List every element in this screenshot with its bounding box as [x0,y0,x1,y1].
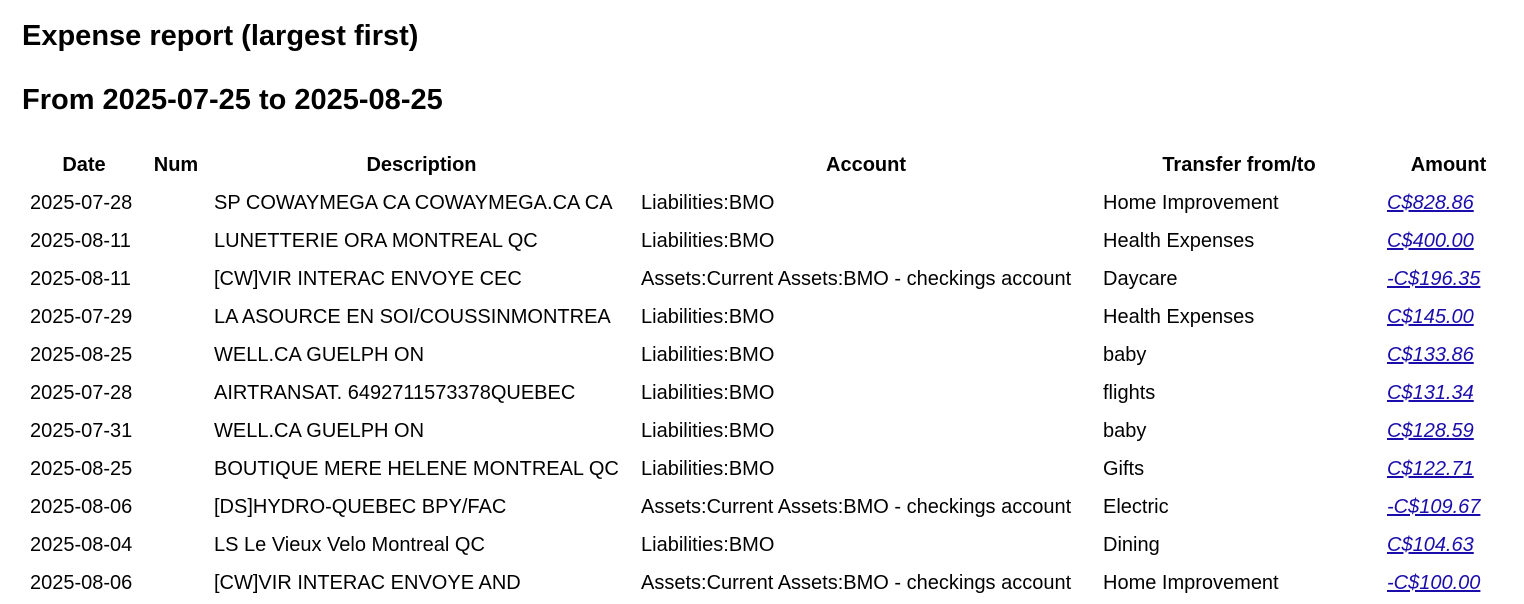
cell-description: [CW]VIR INTERAC ENVOYE CEC [214,267,522,290]
amount-link[interactable]: C$145.00 [1387,306,1474,328]
cell-account: Liabilities:BMO [641,343,775,366]
cell-date: 2025-08-06 [30,571,133,594]
cell-account: Assets:Current Assets:BMO - checkings ac… [641,495,1072,518]
cell-transfer: Daycare [1103,267,1178,290]
cell-transfer: Electric [1103,495,1169,518]
cell-amount: C$145.00 [1381,298,1516,336]
table-row: 2025-08-04 LS Le Vieux Velo Montreal QC Li… [24,526,1516,564]
cell-account: Assets:Current Assets:BMO - checkings ac… [641,267,1072,290]
cell-description: LA ASOURCE EN SOI/COUSSINMONTREA [214,305,611,328]
cell-account: Liabilities:BMO [641,381,775,404]
cell-amount: -C$109.67 [1381,488,1516,526]
cell-description: WELL.CA GUELPH ON [214,343,425,366]
cell-amount: -C$196.35 [1381,260,1516,298]
report-date-range: From 2025-07-25 to 2025-08-25 [22,84,443,116]
cell-transfer: Health Expenses [1103,229,1255,252]
cell-description: [CW]VIR INTERAC ENVOYE AND [214,571,521,594]
table-row: 2025-07-28 AIRTRANSAT. 6492711573378QUEBE… [24,374,1516,412]
cell-account: Liabilities:BMO [641,533,775,556]
cell-amount: C$828.86 [1381,184,1516,222]
column-header-amount: Amount [1410,153,1487,176]
cell-amount: C$131.34 [1381,374,1516,412]
amount-link[interactable]: C$400.00 [1387,230,1474,252]
cell-description: LUNETTERIE ORA MONTREAL QC [214,229,538,252]
cell-date: 2025-08-25 [30,343,133,366]
cell-description: WELL.CA GUELPH ON [214,419,425,442]
cell-transfer: baby [1103,419,1147,442]
cell-num [144,298,208,336]
table-row: 2025-08-11 [CW]VIR INTERAC ENVOYE CEC Asse… [24,260,1516,298]
column-header-account: Account [826,153,906,176]
cell-transfer: Health Expenses [1103,305,1255,328]
cell-num [144,336,208,374]
cell-transfer: Home Improvement [1103,191,1279,214]
cell-num [144,564,208,602]
cell-num [144,450,208,488]
cell-date: 2025-07-29 [30,305,133,328]
table-header-row: Date Num Description Account Transfer fr… [24,146,1516,184]
cell-amount: C$128.59 [1381,412,1516,450]
cell-amount: C$122.71 [1381,450,1516,488]
amount-link[interactable]: C$122.71 [1387,458,1474,480]
cell-transfer: Home Improvement [1103,571,1279,594]
cell-num [144,488,208,526]
amount-link[interactable]: C$131.34 [1387,382,1474,404]
cell-amount: C$133.86 [1381,336,1516,374]
amount-link[interactable]: C$133.86 [1387,344,1474,366]
cell-num [144,412,208,450]
table-row: 2025-08-25 WELL.CA GUELPH ON Liabilities:B… [24,336,1516,374]
cell-description: [DS]HYDRO-QUEBEC BPY/FAC [214,495,507,518]
amount-link[interactable]: -C$196.35 [1387,268,1480,290]
cell-date: 2025-08-04 [30,533,133,556]
cell-account: Liabilities:BMO [641,191,775,214]
cell-account: Liabilities:BMO [641,229,775,252]
cell-date: 2025-08-11 [30,229,131,252]
cell-date: 2025-07-31 [30,419,133,442]
cell-amount: C$104.63 [1381,526,1516,564]
column-header-date: Date [62,153,106,176]
amount-link[interactable]: C$828.86 [1387,192,1474,214]
amount-link[interactable]: -C$109.67 [1387,496,1480,518]
cell-num [144,374,208,412]
cell-account: Assets:Current Assets:BMO - checkings ac… [641,571,1072,594]
cell-num [144,260,208,298]
table-row: 2025-08-06 [CW]VIR INTERAC ENVOYE AND Asse… [24,564,1516,602]
table-row: 2025-07-29 LA ASOURCE EN SOI/COUSSINMONTR… [24,298,1516,336]
column-header-num: Num [153,153,199,176]
column-header-description: Description [366,153,477,176]
cell-date: 2025-07-28 [30,381,133,404]
cell-transfer: Dining [1103,533,1160,556]
amount-link[interactable]: C$128.59 [1387,420,1474,442]
table-row: 2025-08-25 BOUTIQUE MERE HELENE MONTREAL … [24,450,1516,488]
cell-description: SP COWAYMEGA CA COWAYMEGA.CA CA [214,191,613,214]
cell-date: 2025-08-06 [30,495,133,518]
cell-amount: C$400.00 [1381,222,1516,260]
amount-link[interactable]: C$104.63 [1387,534,1474,556]
table-row: 2025-08-11 LUNETTERIE ORA MONTREAL QC Liab… [24,222,1516,260]
cell-account: Liabilities:BMO [641,305,775,328]
table-row: 2025-07-28 SP COWAYMEGA CA COWAYMEGA.CA C… [24,184,1516,222]
cell-account: Liabilities:BMO [641,457,775,480]
report-title: Expense report (largest first) [22,20,419,52]
cell-date: 2025-07-28 [30,191,133,214]
cell-account: Liabilities:BMO [641,419,775,442]
column-header-transfer: Transfer from/to [1162,153,1316,176]
table-row: 2025-07-31 WELL.CA GUELPH ON Liabilities:B… [24,412,1516,450]
cell-num [144,526,208,564]
cell-num [144,184,208,222]
cell-num [144,222,208,260]
amount-link[interactable]: -C$100.00 [1387,572,1480,594]
cell-amount: -C$100.00 [1381,564,1516,602]
cell-transfer: flights [1103,381,1156,404]
cell-description: BOUTIQUE MERE HELENE MONTREAL QC [214,457,619,480]
table-body: 2025-07-28 SP COWAYMEGA CA COWAYMEGA.CA C… [24,184,1516,602]
cell-description: AIRTRANSAT. 6492711573378QUEBEC [214,381,576,404]
cell-transfer: baby [1103,343,1147,366]
cell-date: 2025-08-11 [30,267,131,290]
cell-date: 2025-08-25 [30,457,133,480]
table-row: 2025-08-06 [DS]HYDRO-QUEBEC BPY/FAC Assets… [24,488,1516,526]
expense-table: Date Num Description Account Transfer fr… [24,146,1516,602]
cell-description: LS Le Vieux Velo Montreal QC [214,533,485,556]
cell-transfer: Gifts [1103,457,1145,480]
